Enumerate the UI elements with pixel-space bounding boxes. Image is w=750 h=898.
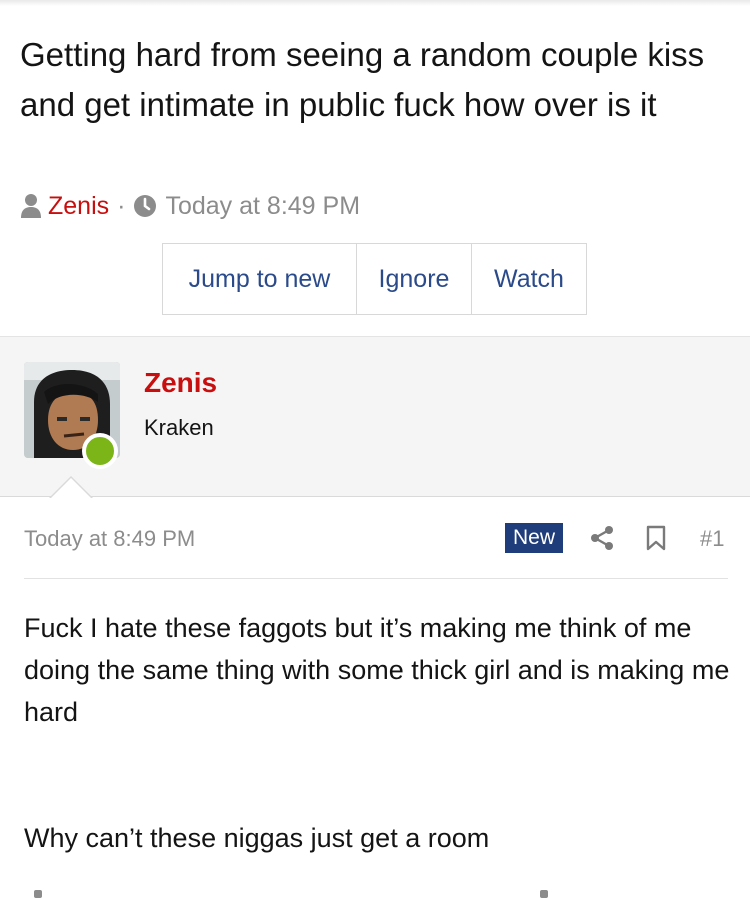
clock-icon [134,195,157,217]
cropped-footer-mark [540,890,548,898]
post-body: Fuck I hate these faggots but it’s makin… [24,607,734,859]
cropped-footer-hint [0,890,750,898]
post-author-name[interactable]: Zenis [144,367,217,399]
top-shadow [0,0,750,6]
post-user-block: Zenis Kraken [0,336,750,497]
bookmark-icon[interactable] [646,525,666,551]
post-paragraph: Fuck I hate these faggots but it’s makin… [24,613,730,727]
post-divider [24,578,728,579]
thread-timestamp[interactable]: Today at 8:49 PM [165,192,360,221]
online-status-indicator [82,433,118,469]
user-icon [21,194,41,218]
post-header: Today at 8:49 PM New #1 [24,520,728,560]
thread-title: Getting hard from seeing a random couple… [20,36,705,123]
post-number-link[interactable]: #1 [700,526,724,552]
meta-separator: · [117,191,126,220]
jump-to-new-button[interactable]: Jump to new [163,244,356,314]
post-author-title: Kraken [144,415,214,440]
thread-author-link[interactable]: Zenis [48,192,109,221]
post-paragraph: Why can’t these niggas just get a room [24,823,490,853]
watch-button[interactable]: Watch [471,244,586,314]
cropped-footer-mark [34,890,42,898]
ignore-button[interactable]: Ignore [356,244,471,314]
user-block-pointer-fill [50,478,92,499]
thread-meta: Zenis · Today at 8:49 PM [20,190,360,222]
post-date[interactable]: Today at 8:49 PM [24,526,195,552]
new-badge: New [505,523,563,553]
thread-action-buttons: Jump to new Ignore Watch [162,243,587,315]
share-icon[interactable] [590,525,614,551]
